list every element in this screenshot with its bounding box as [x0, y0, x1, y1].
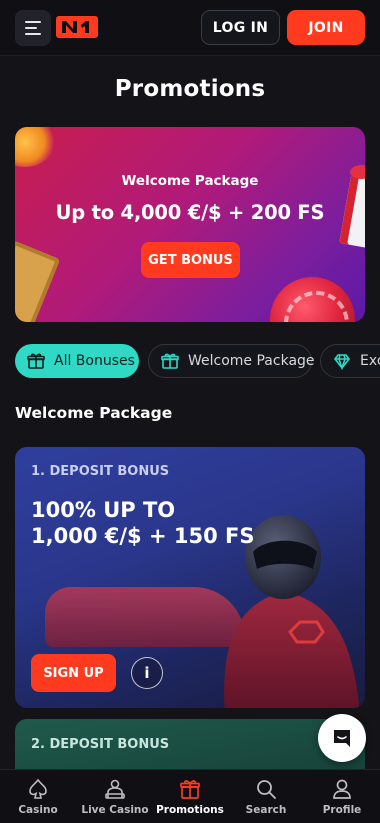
join-button[interactable]: JOIN [287, 10, 365, 45]
nav-label: Search [245, 804, 287, 816]
page-title: Promotions [114, 76, 266, 102]
live-chat-button[interactable] [318, 714, 366, 762]
menu-line [25, 27, 37, 29]
filter-exclusive[interactable]: Exc [320, 344, 380, 378]
filter-all-bonuses[interactable]: All Bonuses [15, 344, 139, 378]
gift-icon [180, 780, 200, 799]
hero-title: Up to 4,000 €/$ + 200 FS [55, 201, 325, 224]
diamond-icon [333, 354, 351, 370]
hero-subtitle: Welcome Package [121, 173, 259, 189]
dealer-icon [105, 779, 125, 799]
nav-label: Live Casino [81, 804, 149, 816]
bonus-filter-bar: All Bonuses Welcome Package Exc [15, 344, 380, 378]
nav-promotions[interactable]: Promotions [156, 770, 224, 823]
nav-label: Casino [18, 804, 58, 816]
filter-label: Welcome Package [188, 353, 315, 369]
nav-casino[interactable]: Casino [14, 770, 62, 823]
casino-chip-decoration [270, 277, 355, 322]
nav-search[interactable]: Search [242, 770, 290, 823]
filter-label: All Bonuses [54, 353, 135, 369]
login-button[interactable]: LOG IN [201, 10, 280, 45]
nav-label: Profile [322, 804, 362, 816]
hamburger-menu-button[interactable] [15, 10, 51, 46]
gift-icon [161, 353, 179, 369]
menu-line [25, 21, 41, 23]
menu-line [25, 33, 41, 35]
bottom-navigation: Casino Live Casino Promotions Search Pro… [0, 769, 380, 823]
get-bonus-button[interactable]: GET BONUS [141, 242, 240, 278]
deposit-bonus-card-1[interactable]: 1. DEPOSIT BONUS 100% UP TO 1,000 €/$ + … [15, 447, 365, 708]
gift-icon [27, 353, 45, 369]
filter-welcome-package[interactable]: Welcome Package [148, 344, 315, 378]
n1-logo[interactable] [56, 16, 98, 38]
info-icon[interactable]: i [131, 657, 163, 689]
user-icon [333, 779, 351, 799]
spade-icon [29, 778, 47, 799]
nav-live-casino[interactable]: Live Casino [80, 770, 150, 823]
card-decoration [15, 240, 61, 322]
gold-coin-decoration [15, 127, 55, 167]
nav-label: Promotions [156, 804, 224, 816]
section-title: Welcome Package [15, 404, 173, 422]
bonus-step-label: 1. DEPOSIT BONUS [31, 464, 170, 479]
top-header: LOG IN JOIN [0, 0, 380, 56]
chat-icon [334, 730, 350, 747]
bonus-headline-line1: 100% UP TO [31, 498, 176, 522]
bonus-step-label: 2. DEPOSIT BONUS [31, 737, 170, 752]
sign-up-button[interactable]: SIGN UP [31, 654, 116, 692]
welcome-hero-banner[interactable]: Welcome Package Up to 4,000 €/$ + 200 FS… [15, 127, 365, 322]
bonus-headline-line2: 1,000 €/$ + 150 FS [31, 524, 255, 548]
bonus-headline: 100% UP TO 1,000 €/$ + 150 FS [31, 497, 331, 549]
filter-label: Exc [360, 353, 380, 369]
nav-profile[interactable]: Profile [318, 770, 366, 823]
search-icon [257, 780, 276, 799]
